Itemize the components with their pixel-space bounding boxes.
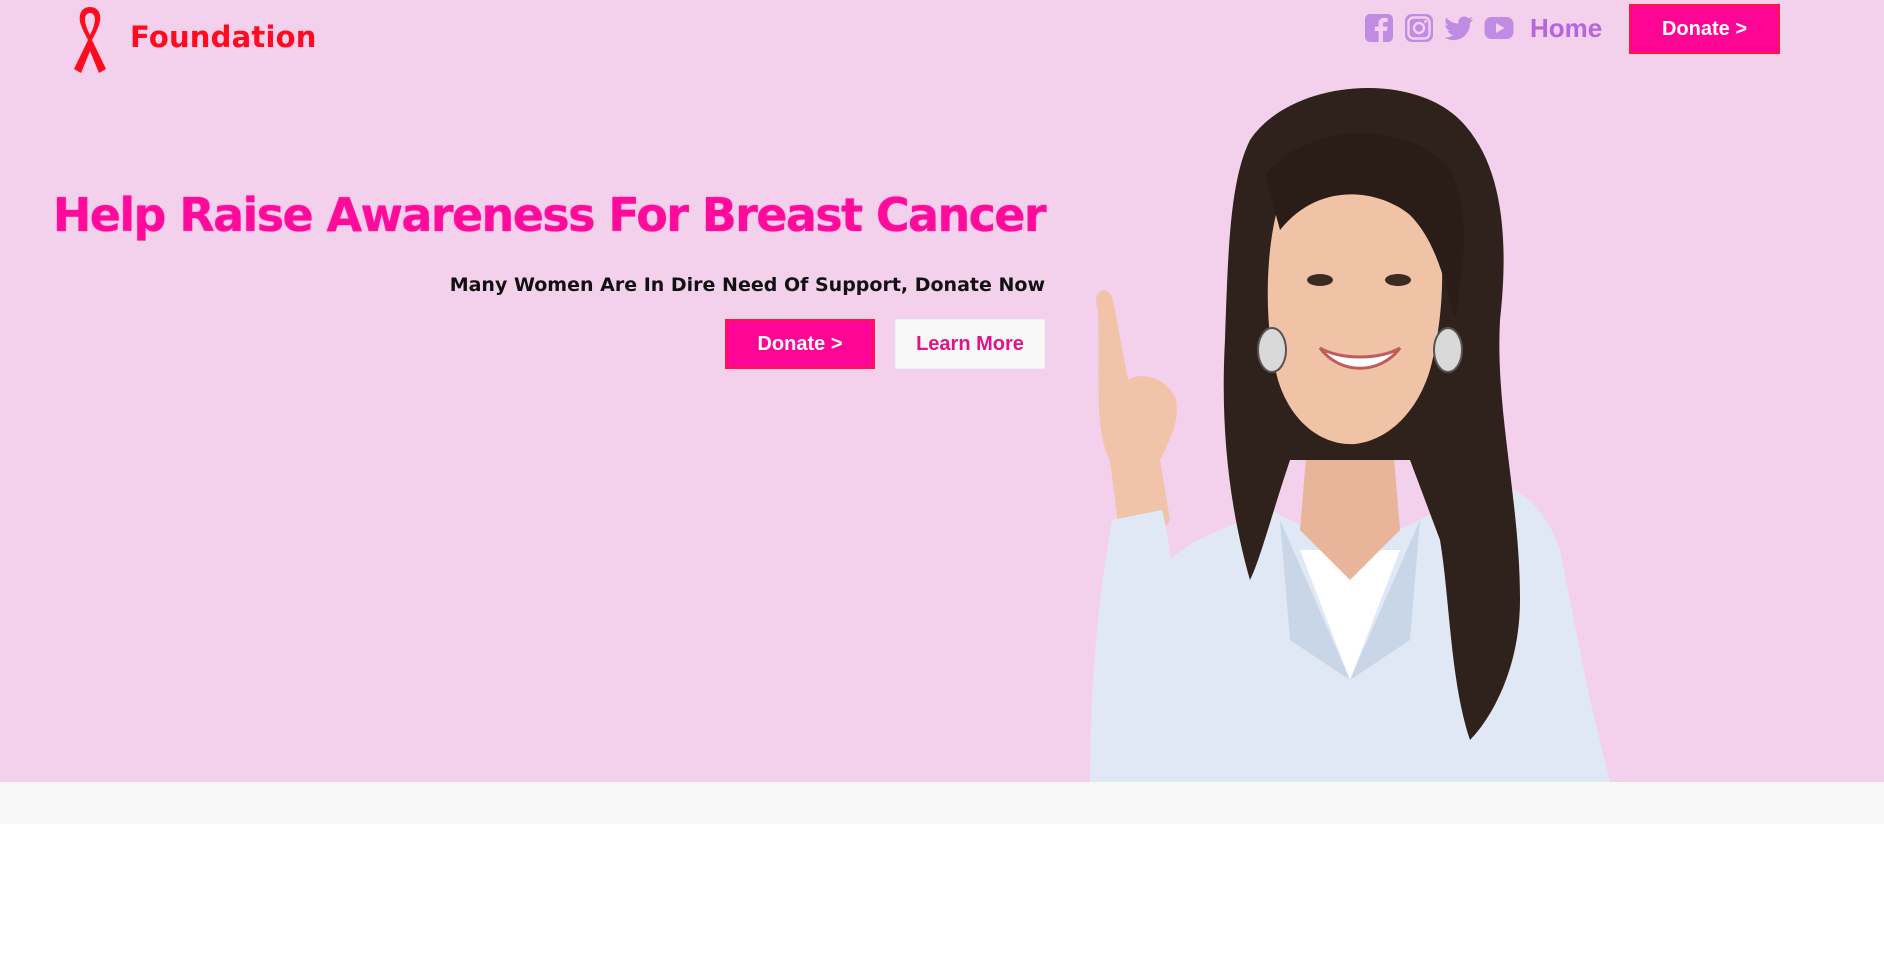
hero-subline: Many Women Are In Dire Need Of Support, … xyxy=(449,274,1045,296)
logo[interactable] xyxy=(68,3,112,75)
facebook-icon[interactable] xyxy=(1364,13,1394,43)
learn-more-button[interactable]: Learn More xyxy=(895,319,1045,369)
hero-section: Foundation Home Donate > Help Raise Awar… xyxy=(0,0,1884,782)
brand-name[interactable]: Foundation xyxy=(130,20,317,54)
nav-home-link[interactable]: Home xyxy=(1530,13,1602,44)
page-content-area xyxy=(0,824,1884,954)
section-divider-band xyxy=(0,782,1884,824)
twitter-icon[interactable] xyxy=(1444,13,1474,43)
nav-donate-button[interactable]: Donate > xyxy=(1629,4,1780,54)
hero-woman-image xyxy=(1090,87,1610,782)
awareness-ribbon-icon xyxy=(74,7,106,73)
instagram-icon[interactable] xyxy=(1404,13,1434,43)
youtube-icon[interactable] xyxy=(1484,13,1514,43)
hero-headline: Help Raise Awareness For Breast Cancer xyxy=(52,188,1047,242)
hero-donate-button[interactable]: Donate > xyxy=(725,319,875,369)
social-links xyxy=(1364,13,1514,43)
